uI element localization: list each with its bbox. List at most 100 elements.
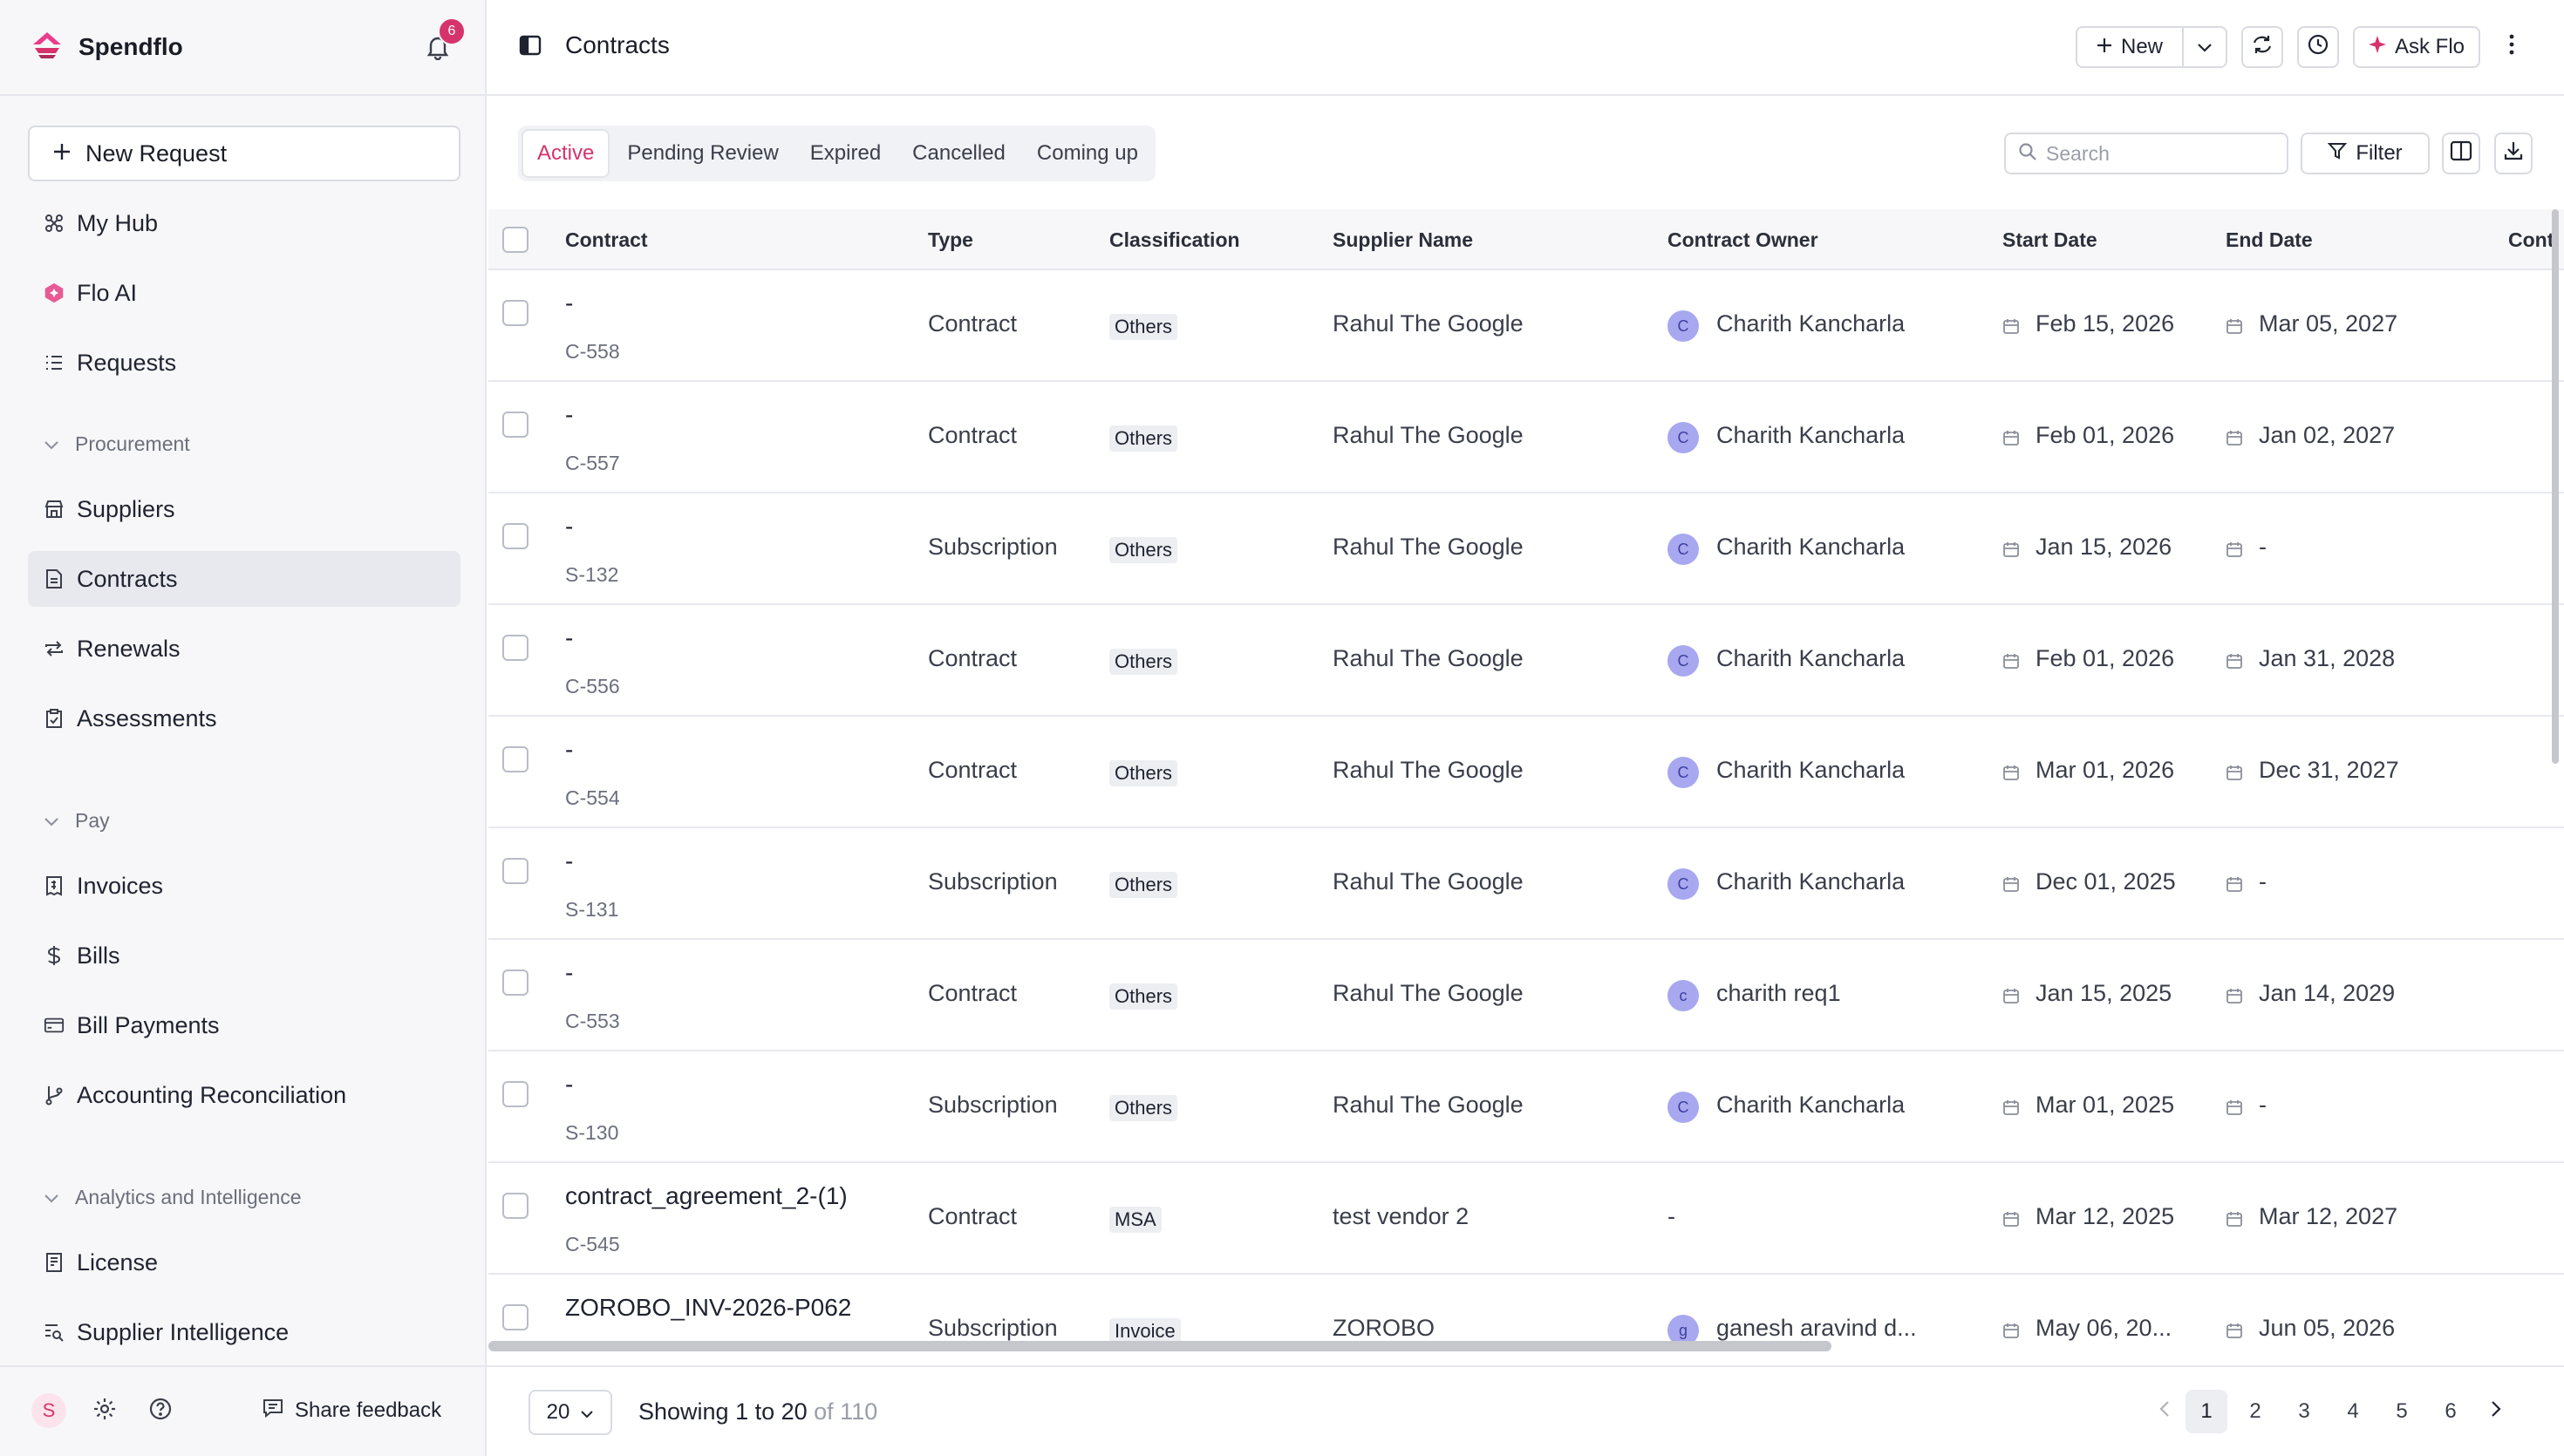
tab-coming-up[interactable]: Coming up <box>1023 129 1152 178</box>
row-checkbox[interactable] <box>502 412 528 438</box>
prev-page-button[interactable] <box>2147 1390 2182 1433</box>
page-size-select[interactable]: 20 <box>528 1390 612 1435</box>
row-checkbox[interactable] <box>502 635 528 661</box>
column-header-classification[interactable]: Classification <box>1109 209 1240 270</box>
more-options-button[interactable] <box>2494 26 2529 68</box>
help-button[interactable] <box>147 1397 174 1425</box>
supplier-name[interactable]: Rahul The Google <box>1333 868 1524 895</box>
vertical-scrollbar[interactable] <box>2552 209 2559 764</box>
nav-item-supplier-intelligence[interactable]: Supplier Intelligence <box>28 1304 460 1360</box>
column-header-contract[interactable]: Contract <box>565 209 648 270</box>
supplier-name[interactable]: Rahul The Google <box>1333 980 1524 1007</box>
nav-item-bill-payments[interactable]: Bill Payments <box>28 997 460 1053</box>
column-header-type[interactable]: Type <box>928 209 973 270</box>
nav-item-contracts[interactable]: Contracts <box>28 551 460 607</box>
supplier-name[interactable]: Rahul The Google <box>1333 310 1524 337</box>
column-header-contract-owner[interactable]: Contract Owner <box>1667 209 1818 270</box>
section-analytics[interactable]: Analytics and Intelligence <box>44 1186 302 1209</box>
table-row[interactable]: - C-557 Contract Others Rahul The Google C Cha… <box>488 382 2564 493</box>
supplier-name[interactable]: ZOROBO <box>1333 1315 1435 1342</box>
toggle-sidebar-button[interactable] <box>516 33 544 61</box>
supplier-name[interactable]: Rahul The Google <box>1333 645 1524 672</box>
supplier-name[interactable]: Rahul The Google <box>1333 757 1524 784</box>
page-button-5[interactable]: 5 <box>2381 1390 2423 1433</box>
page-button-6[interactable]: 6 <box>2430 1390 2472 1433</box>
tab-active[interactable]: Active <box>522 129 610 178</box>
table-row[interactable]: - S-130 Subscription Others Rahul The Google… <box>488 1051 2564 1163</box>
next-page-button[interactable] <box>2479 1390 2513 1433</box>
page-button-1[interactable]: 1 <box>2186 1390 2227 1433</box>
history-button[interactable] <box>2297 26 2339 68</box>
contract-name[interactable]: - <box>565 959 573 987</box>
share-feedback-button[interactable]: Share feedback <box>262 1393 441 1428</box>
search-box <box>2004 133 2288 174</box>
download-button[interactable] <box>2494 133 2533 174</box>
ask-flo-button[interactable]: Ask Flo <box>2353 26 2480 68</box>
table-row[interactable]: - C-556 Contract Others Rahul The Google C Cha… <box>488 605 2564 717</box>
supplier-name[interactable]: Rahul The Google <box>1333 422 1524 449</box>
row-checkbox[interactable] <box>502 1193 528 1219</box>
refresh-button[interactable] <box>2241 26 2283 68</box>
contract-name[interactable]: - <box>565 1071 573 1099</box>
horizontal-scrollbar[interactable] <box>488 1341 1831 1351</box>
search-input[interactable] <box>2046 141 2273 166</box>
table-row[interactable]: - C-554 Contract Others Rahul The Google C Cha… <box>488 717 2564 828</box>
brand[interactable]: Spendflo <box>31 28 183 66</box>
column-header-truncated[interactable]: Cont <box>2508 209 2554 270</box>
contract-name[interactable]: - <box>565 289 573 317</box>
row-checkbox[interactable] <box>502 523 528 549</box>
page-button-2[interactable]: 2 <box>2234 1390 2276 1433</box>
table-row[interactable]: - S-132 Subscription Others Rahul The Google… <box>488 493 2564 605</box>
contract-name[interactable]: - <box>565 847 573 875</box>
columns-button[interactable] <box>2442 133 2480 174</box>
new-dropdown-button[interactable] <box>2182 26 2227 68</box>
nav-item-suppliers[interactable]: Suppliers <box>28 481 460 537</box>
table-row[interactable]: - C-553 Contract Others Rahul The Google c cha… <box>488 940 2564 1051</box>
table-row[interactable]: contract_agreement_2-(1) C-545 Contract MSA… <box>488 1163 2564 1275</box>
tab-pending-review[interactable]: Pending Review <box>613 129 792 178</box>
nav-item-invoices[interactable]: Invoices <box>28 858 460 914</box>
row-checkbox[interactable] <box>502 1304 528 1330</box>
contract-name[interactable]: - <box>565 513 573 541</box>
new-request-button[interactable]: New Request <box>28 126 460 181</box>
contract-name[interactable]: - <box>565 624 573 652</box>
nav-item-bills[interactable]: Bills <box>28 928 460 983</box>
row-checkbox[interactable] <box>502 970 528 996</box>
row-checkbox[interactable] <box>502 1081 528 1107</box>
row-checkbox[interactable] <box>502 746 528 772</box>
contract-name[interactable]: - <box>565 736 573 764</box>
table-row[interactable]: - C-558 Contract Others Rahul The Google C Cha… <box>488 270 2564 382</box>
page-button-4[interactable]: 4 <box>2332 1390 2374 1433</box>
tab-expired[interactable]: Expired <box>796 129 895 178</box>
settings-button[interactable] <box>91 1397 119 1425</box>
contract-name[interactable]: contract_agreement_2-(1) <box>565 1182 848 1210</box>
supplier-name[interactable]: Rahul The Google <box>1333 534 1524 561</box>
nav-item-renewals[interactable]: Renewals <box>28 621 460 677</box>
nav-item-license[interactable]: License <box>28 1235 460 1290</box>
nav-item-accounting-reconciliation[interactable]: Accounting Reconciliation <box>28 1067 460 1123</box>
user-avatar[interactable]: S <box>31 1393 66 1428</box>
section-pay[interactable]: Pay <box>44 809 110 833</box>
nav-item-my-hub[interactable]: My Hub <box>28 195 460 251</box>
contract-name[interactable]: - <box>565 401 573 429</box>
section-title: Procurement <box>75 432 190 455</box>
column-header-supplier-name[interactable]: Supplier Name <box>1333 209 1473 270</box>
nav-item-requests[interactable]: Requests <box>28 335 460 391</box>
nav-item-flo-ai[interactable]: Flo AI <box>28 265 460 321</box>
filter-button[interactable]: Filter <box>2301 133 2430 174</box>
select-all-checkbox[interactable] <box>502 227 528 253</box>
section-procurement[interactable]: Procurement <box>44 432 190 456</box>
contract-name[interactable]: ZOROBO_INV-2026-P062 <box>565 1294 851 1322</box>
column-header-end-date[interactable]: End Date <box>2226 209 2313 270</box>
row-checkbox[interactable] <box>502 858 528 884</box>
supplier-name[interactable]: test vendor 2 <box>1333 1203 1469 1230</box>
table-row[interactable]: - S-131 Subscription Others Rahul The Google… <box>488 828 2564 940</box>
new-button[interactable]: New <box>2076 26 2184 68</box>
tab-cancelled[interactable]: Cancelled <box>898 129 1019 178</box>
column-header-start-date[interactable]: Start Date <box>2002 209 2097 270</box>
nav-item-assessments[interactable]: Assessments <box>28 691 460 746</box>
table-row[interactable]: ZOROBO_INV-2026-P062 Subscription Invoice Z… <box>488 1275 2564 1365</box>
supplier-name[interactable]: Rahul The Google <box>1333 1092 1524 1119</box>
page-button-3[interactable]: 3 <box>2283 1390 2325 1433</box>
row-checkbox[interactable] <box>502 300 528 326</box>
